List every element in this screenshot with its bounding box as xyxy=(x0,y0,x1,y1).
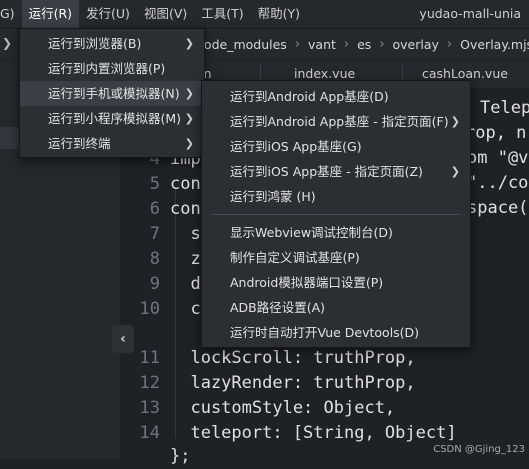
menu-item-label: 制作自定义调试基座(P) xyxy=(230,250,360,265)
watermark: CSDN @Gjing_123 xyxy=(433,444,525,455)
menu-item-emulator-port[interactable]: Android模拟器端口设置(P) xyxy=(202,270,470,295)
breadcrumb-item[interactable]: node_modules xyxy=(196,37,287,52)
menu-item-run-terminal[interactable]: 运行到终端 ❯ xyxy=(20,131,204,156)
chevron-right-icon: ❯ xyxy=(184,37,194,50)
chevron-right-icon: › xyxy=(343,36,350,52)
project-title: yudao-mall-unia xyxy=(419,6,521,21)
menu-item-label: Android模拟器端口设置(P) xyxy=(230,275,384,290)
menu-item-label: 运行到终端 xyxy=(48,136,111,151)
chevron-right-icon: › xyxy=(446,36,453,52)
menu-partial[interactable]: G) xyxy=(0,0,22,28)
line-number: 10 xyxy=(139,299,160,319)
menu-item-harmony[interactable]: 运行到鸿蒙 (H) xyxy=(202,184,470,209)
code-fragment: "../co xyxy=(467,173,529,193)
line-number: 7 xyxy=(149,224,160,244)
menu-item-adb-path[interactable]: ADB路径设置(A) xyxy=(202,295,470,320)
code-fragment: rop, n xyxy=(465,123,527,143)
code-fragment: Telep xyxy=(480,98,529,118)
line-number: 14 xyxy=(139,423,160,443)
line-number: 6 xyxy=(149,199,160,219)
menu-item-run-miniprogram[interactable]: 运行到小程序模拟器(M) ❯ xyxy=(20,106,204,131)
device-submenu: 运行到Android App基座(D) 运行到Android App基座 - 指… xyxy=(201,80,471,348)
menu-item-label: 运行到浏览器(B) xyxy=(48,36,142,51)
chevron-right-icon: › xyxy=(294,36,301,52)
line-number: 5 xyxy=(149,174,160,194)
code-line: d xyxy=(170,274,201,294)
code-line: c xyxy=(170,299,201,319)
menu-item-ios-base[interactable]: 运行到iOS App基座(G) xyxy=(202,134,470,159)
menu-item-label: 运行到Android App基座 - 指定页面(F) xyxy=(230,114,449,129)
menu-item-android-base[interactable]: 运行到Android App基座(D) xyxy=(202,84,470,109)
menu-item-label: 运行到Android App基座(D) xyxy=(230,89,389,104)
line-number: 9 xyxy=(149,274,160,294)
chevron-left-icon[interactable]: ‹ xyxy=(112,325,134,353)
code-line: customStyle: Object, xyxy=(170,398,396,418)
line-number: 12 xyxy=(139,373,160,393)
menu-publish[interactable]: 发行(U) xyxy=(79,0,137,28)
chevron-right-icon: ❯ xyxy=(184,112,194,125)
menu-item-label: 运行到鸿蒙 (H) xyxy=(230,189,316,204)
chevron-right-icon: ❯ xyxy=(184,87,194,100)
menu-separator xyxy=(212,214,460,215)
menu-item-label: 运行到iOS App基座(G) xyxy=(230,139,362,154)
menu-item-ios-base-page[interactable]: 运行到iOS App基座 - 指定页面(Z) ❯ xyxy=(202,159,470,184)
breadcrumb-item[interactable]: Overlay.mjs xyxy=(460,37,529,52)
code-line: teleport: [String, Object] xyxy=(170,423,457,443)
menu-item-run-device[interactable]: 运行到手机或模拟器(N) ❯ xyxy=(20,81,204,106)
run-menu: 运行到浏览器(B) ❯ 运行到内置浏览器(P) 运行到手机或模拟器(N) ❯ 运… xyxy=(19,28,205,158)
menu-item-run-browser[interactable]: 运行到浏览器(B) ❯ xyxy=(20,31,204,56)
breadcrumb-item[interactable]: vant xyxy=(308,37,336,52)
code-line: con xyxy=(170,174,201,194)
breadcrumb-item[interactable]: overlay xyxy=(393,37,439,52)
breadcrumb-item[interactable]: es xyxy=(357,37,371,52)
menu-bar: G) 运行(R) 发行(U) 视图(V) 工具(T) 帮助(Y) yudao-m… xyxy=(0,0,529,29)
chevron-right-icon[interactable]: ❯ xyxy=(2,36,12,50)
menu-item-label: 运行时自动打开Vue Devtools(D) xyxy=(230,325,420,340)
line-number: 11 xyxy=(139,348,160,368)
menu-item-run-builtin-browser[interactable]: 运行到内置浏览器(P) xyxy=(20,56,204,81)
code-line: con xyxy=(170,199,201,219)
menu-help[interactable]: 帮助(Y) xyxy=(251,0,307,28)
chevron-right-icon: ❯ xyxy=(184,137,194,150)
menu-tools[interactable]: 工具(T) xyxy=(194,0,250,28)
menu-run[interactable]: 运行(R) xyxy=(21,0,80,28)
code-fragment: om "@v xyxy=(467,148,529,168)
code-line: lazyRender: truthProp, xyxy=(170,373,416,393)
menu-item-label: 运行到iOS App基座 - 指定页面(Z) xyxy=(230,164,423,179)
line-number: 8 xyxy=(149,249,160,269)
menu-item-label: 运行到小程序模拟器(M) xyxy=(48,111,182,126)
menu-item-android-base-page[interactable]: 运行到Android App基座 - 指定页面(F) ❯ xyxy=(202,109,470,134)
code-line: z xyxy=(170,249,201,269)
menu-item-label: 运行到手机或模拟器(N) xyxy=(48,86,180,101)
menu-view[interactable]: 视图(V) xyxy=(137,0,194,28)
code-line: lockScroll: truthProp, xyxy=(170,348,416,368)
chevron-right-icon: › xyxy=(379,36,385,52)
menu-item-vue-devtools[interactable]: 运行时自动打开Vue Devtools(D) xyxy=(202,320,470,345)
code-line: }; xyxy=(170,446,191,466)
code-line: s xyxy=(170,224,201,244)
menu-item-webview-console[interactable]: 显示Webview调试控制台(D) xyxy=(202,220,470,245)
menu-item-custom-debug-base[interactable]: 制作自定义调试基座(P) xyxy=(202,245,470,270)
line-number: 13 xyxy=(139,398,160,418)
code-fragment: space( xyxy=(467,198,529,218)
chevron-right-icon: ❯ xyxy=(450,115,460,128)
menu-item-label: 运行到内置浏览器(P) xyxy=(48,61,166,76)
menu-item-label: ADB路径设置(A) xyxy=(230,300,326,315)
menu-item-label: 显示Webview调试控制台(D) xyxy=(230,225,393,240)
chevron-right-icon: ❯ xyxy=(450,165,460,178)
